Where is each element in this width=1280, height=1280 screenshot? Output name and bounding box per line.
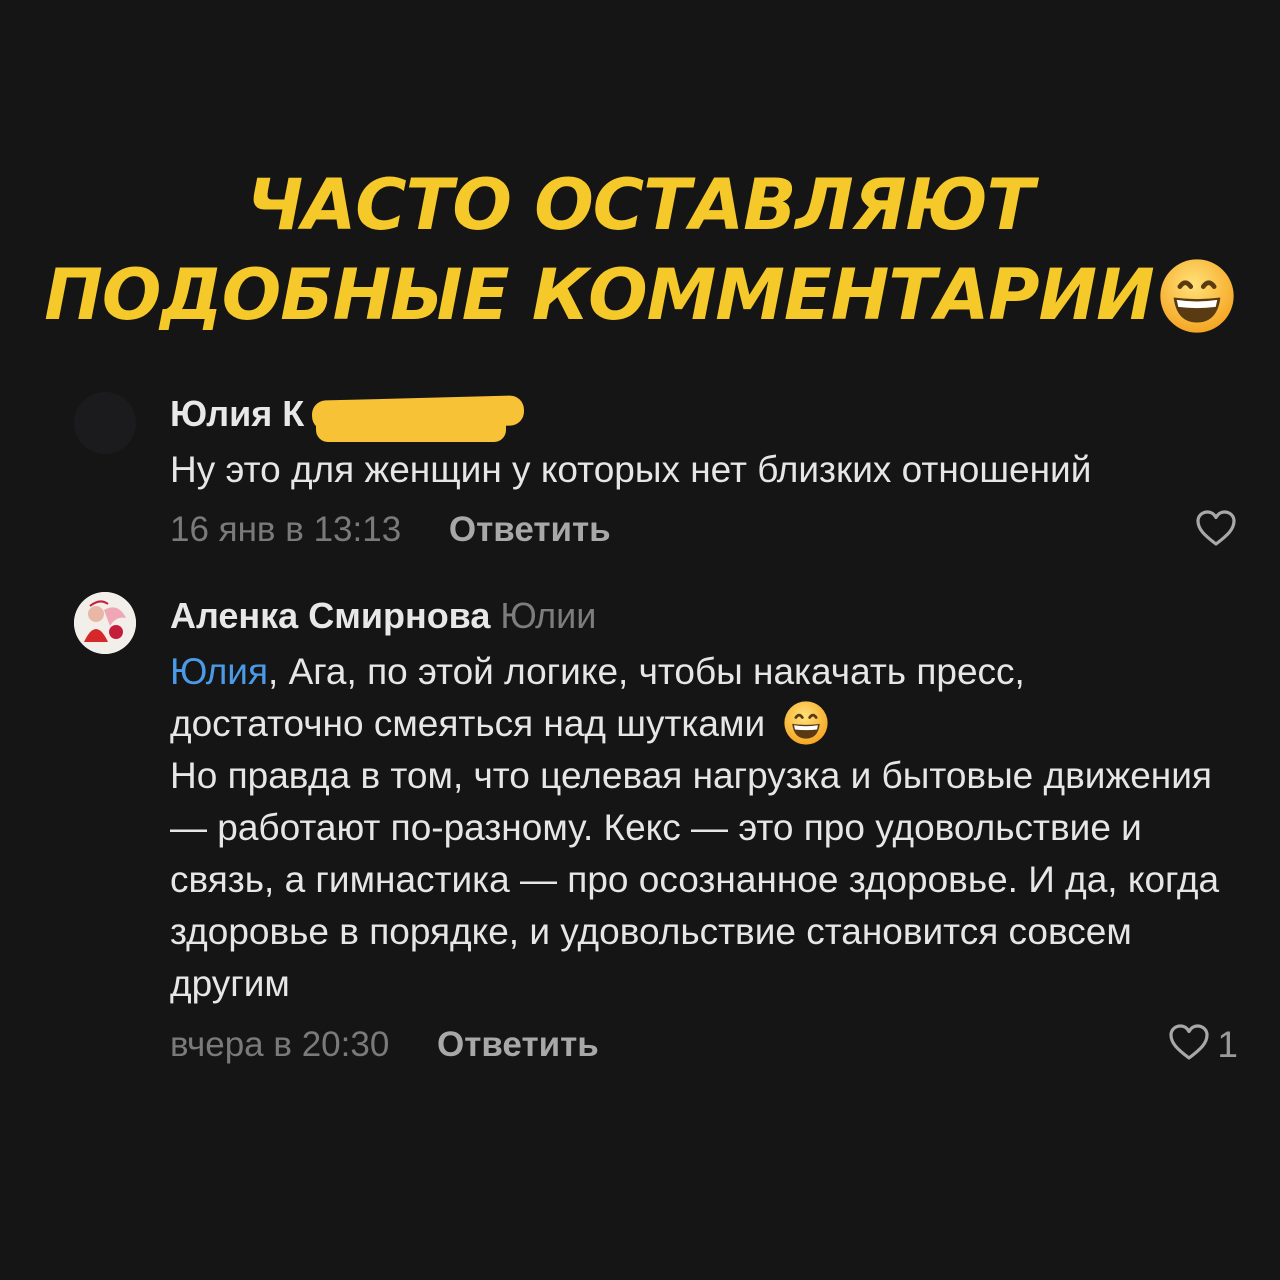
comment-text-line-1: Юлия, Ага, по этой логике, чтобы накачат… [170,646,1250,698]
like-button[interactable] [1194,508,1238,553]
reply-button[interactable]: Ответить [437,1025,599,1064]
comment-text: Ну это для женщин у которых нет близких … [170,449,1092,490]
reply-to-label[interactable]: Юлии [500,595,596,636]
reply-button[interactable]: Ответить [449,510,611,549]
avatar[interactable] [74,392,136,454]
grinning-face-emoji-icon [1158,257,1236,335]
headline-line-2-text: ПОДОБНЫЕ КОММЕНТАРИИ [44,254,1154,336]
headline-line-2: ПОДОБНЫЕ КОММЕНТАРИИ [0,250,1280,340]
grinning-face-emoji-icon [783,700,829,746]
comment-text: Юлия, Ага, по этой логике, чтобы накачат… [170,646,1250,1010]
headline-line-1: ЧАСТО ОСТАВЛЯЮТ [246,164,1035,246]
like-count: 1 [1217,1023,1238,1065]
comment-author-name[interactable]: Аленка Смирнова [170,595,490,636]
heart-outline-icon [1167,1022,1211,1067]
comment-author-line: Аленка Смирнова Юлии [170,594,596,638]
heart-outline-icon [1194,508,1238,553]
comment-text-segment: , Ага, по этой логике, чтобы накачать пр… [268,651,1025,692]
mention-link[interactable]: Юлия [170,651,268,692]
comment-text-segment: достаточно смеяться над шутками [170,703,766,744]
avatar[interactable] [74,592,136,654]
comment-author-line: Юлия К [170,392,304,436]
comment-text-rest: Но правда в том, что целевая нагрузка и … [170,755,1220,1004]
redaction-mark-lower [316,414,506,442]
comment-meta: вчера в 20:30 Ответить [170,1023,599,1067]
like-button[interactable]: 1 [1167,1022,1238,1067]
comment-text-line-2: достаточно смеяться над шутками [170,698,1250,750]
comment-meta: 16 янв в 13:13 Ответить [170,508,611,552]
comment-time: вчера в 20:30 [170,1025,390,1064]
comment-author-name[interactable]: Юлия К [170,393,304,434]
headline: ЧАСТО ОСТАВЛЯЮТ ПОДОБНЫЕ КОММЕНТАРИИ [0,160,1280,340]
comment-time: 16 янв в 13:13 [170,510,402,549]
avatar-image [74,592,136,654]
